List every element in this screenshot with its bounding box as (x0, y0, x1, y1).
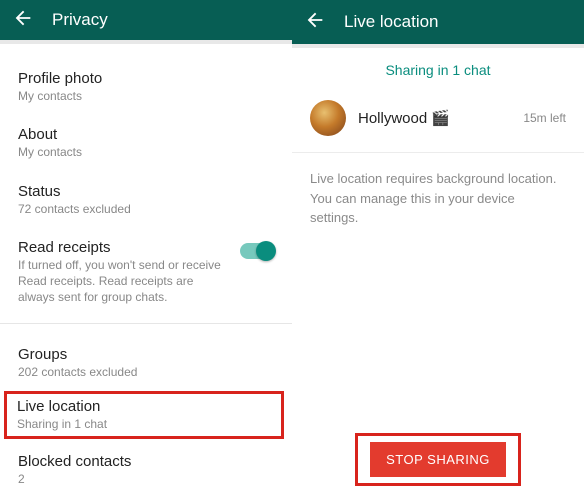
back-arrow-icon[interactable] (304, 9, 326, 36)
item-title: About (18, 126, 274, 143)
time-left: 15m left (523, 111, 566, 125)
highlight-live-location: Live location Sharing in 1 chat (4, 391, 284, 440)
setting-groups[interactable]: Groups 202 contacts excluded (18, 336, 274, 393)
item-subtitle: 202 contacts excluded (18, 365, 274, 381)
item-title: Blocked contacts (18, 453, 274, 470)
setting-profile-photo[interactable]: Profile photo My contacts (18, 60, 274, 117)
back-arrow-icon[interactable] (12, 7, 34, 34)
item-subtitle: My contacts (18, 89, 274, 105)
info-text: Live location requires background locati… (292, 153, 584, 244)
setting-about[interactable]: About My contacts (18, 116, 274, 173)
sharing-status: Sharing in 1 chat (292, 48, 584, 90)
item-title: Groups (18, 346, 274, 363)
live-location-header: Live location (292, 0, 584, 44)
section-divider (0, 323, 292, 324)
item-subtitle: 72 contacts excluded (18, 202, 274, 218)
item-subtitle: If turned off, you won't send or receive… (18, 258, 230, 305)
sharing-chat-row[interactable]: Hollywood 🎬 15m left (292, 90, 584, 146)
item-title: Live location (17, 398, 271, 415)
highlight-stop-sharing: STOP SHARING (355, 433, 521, 486)
chat-avatar (310, 100, 346, 136)
item-subtitle: My contacts (18, 145, 274, 161)
setting-read-receipts[interactable]: Read receipts If turned off, you won't s… (18, 229, 274, 317)
item-title: Read receipts (18, 239, 230, 256)
page-title: Privacy (52, 10, 108, 30)
setting-blocked-contacts[interactable]: Blocked contacts 2 (18, 443, 274, 500)
page-title: Live location (344, 12, 439, 32)
setting-status[interactable]: Status 72 contacts excluded (18, 173, 274, 230)
read-receipts-toggle[interactable] (240, 243, 274, 259)
item-title: Profile photo (18, 70, 274, 87)
item-title: Status (18, 183, 274, 200)
item-subtitle: Sharing in 1 chat (17, 417, 271, 433)
chat-name: Hollywood 🎬 (358, 109, 511, 127)
setting-live-location[interactable]: Live location Sharing in 1 chat (17, 398, 271, 433)
privacy-header: Privacy (0, 0, 292, 40)
item-subtitle: 2 (18, 472, 274, 488)
stop-sharing-button[interactable]: STOP SHARING (370, 442, 506, 477)
